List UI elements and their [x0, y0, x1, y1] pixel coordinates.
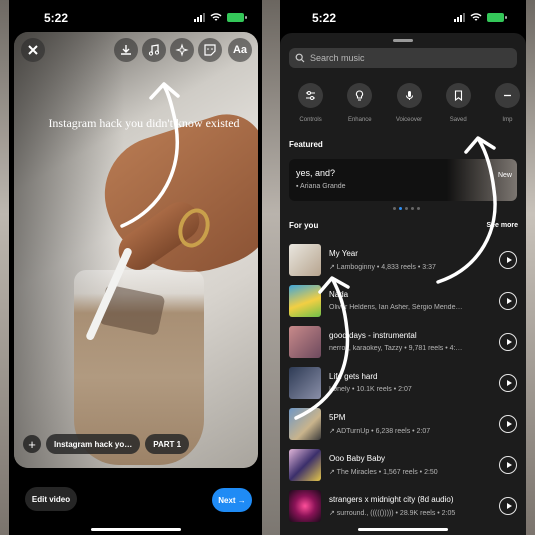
featured-song-title: yes, and?: [296, 168, 336, 178]
music-button[interactable]: [142, 38, 166, 62]
track-row[interactable]: good days - instrumental nerrox, karaoke…: [289, 326, 517, 360]
track-row[interactable]: Life gets hard Lønely • 10.1K reels • 2:…: [289, 367, 517, 401]
signal-icon: [454, 13, 465, 22]
play-icon: [506, 298, 512, 304]
play-button[interactable]: [499, 292, 517, 310]
play-button[interactable]: [499, 415, 517, 433]
play-icon: [506, 380, 512, 386]
music-picker-screen: 5:22 Search music Controls Enhance Voice…: [280, 0, 526, 535]
wifi-icon: [210, 13, 222, 21]
minus-icon: [503, 94, 511, 97]
download-icon: [121, 45, 131, 55]
track-artwork: [289, 449, 321, 481]
battery-icon: [487, 13, 507, 22]
microphone-icon: [405, 91, 413, 100]
controls-tool[interactable]: Controls: [292, 83, 329, 123]
close-button[interactable]: [21, 38, 45, 62]
close-icon: [28, 45, 38, 55]
track-row[interactable]: Nada Oliver Heldens, Ian Asher, Sérgio M…: [289, 285, 517, 319]
play-icon: [506, 339, 512, 345]
play-button[interactable]: [499, 374, 517, 392]
featured-card[interactable]: yes, and? ▪ Ariana Grande New: [289, 159, 517, 201]
play-icon: [506, 462, 512, 468]
sliders-icon: [306, 91, 316, 100]
track-artwork: [289, 326, 321, 358]
music-sheet: Search music Controls Enhance Voiceover …: [280, 33, 526, 535]
track-row[interactable]: Ooo Baby Baby ↗ The Miracles • 1,567 ree…: [289, 449, 517, 483]
for-you-heading: For you: [289, 221, 319, 230]
track-artwork: [289, 367, 321, 399]
bookmark-icon: [454, 90, 462, 102]
status-bar: 5:22: [9, 11, 262, 27]
home-indicator: [358, 528, 448, 531]
background-left: [0, 0, 9, 535]
sparkle-icon: [175, 43, 189, 57]
video-preview[interactable]: Instagram hack you didn't know existed: [14, 32, 258, 468]
battery-icon: [227, 13, 247, 22]
background-right: [526, 0, 535, 535]
lightbulb-icon: [356, 90, 364, 101]
new-badge: New: [497, 172, 512, 179]
track-row[interactable]: strangers x midnight city (8d audio) ↗ s…: [289, 490, 517, 524]
clip-chip[interactable]: PART 1: [145, 434, 190, 454]
search-placeholder: Search music: [310, 53, 365, 63]
add-clip-button[interactable]: +: [23, 435, 41, 453]
sticker-icon: [204, 44, 216, 56]
edit-video-button[interactable]: Edit video: [25, 487, 77, 511]
story-editor-screen: 5:22 Instagram hack you didn't know exis…: [9, 0, 262, 535]
track-artwork: [289, 408, 321, 440]
play-icon: [506, 257, 512, 263]
signal-icon: [194, 13, 205, 22]
status-bar: 5:22: [280, 11, 526, 27]
voiceover-tool[interactable]: Voiceover: [390, 83, 427, 123]
play-button[interactable]: [499, 333, 517, 351]
wifi-icon: [470, 13, 482, 21]
background-divider: [262, 0, 280, 535]
track-artwork: [289, 285, 321, 317]
effects-button[interactable]: [170, 38, 194, 62]
play-button[interactable]: [499, 497, 517, 515]
import-tool[interactable]: Imp: [489, 83, 526, 123]
play-button[interactable]: [499, 456, 517, 474]
carousel-dots: [393, 207, 420, 210]
featured-artwork: [447, 159, 517, 201]
home-indicator: [90, 528, 181, 531]
enhance-tool[interactable]: Enhance: [341, 83, 378, 123]
sheet-grabber[interactable]: [393, 39, 413, 42]
music-note-icon: [148, 44, 160, 56]
play-icon: [506, 503, 512, 509]
track-row[interactable]: 5PM ↗ ADTurnUp • 6,238 reels • 2:07: [289, 408, 517, 442]
play-button[interactable]: [499, 251, 517, 269]
search-music-input[interactable]: Search music: [289, 48, 517, 68]
see-more-link[interactable]: See more: [486, 222, 518, 229]
overlay-caption[interactable]: Instagram hack you didn't know existed: [34, 116, 254, 131]
clip-chip[interactable]: Instagram hack yo…: [46, 434, 141, 454]
track-artwork: [289, 490, 321, 522]
saved-tool[interactable]: Saved: [440, 83, 477, 123]
text-tool-button[interactable]: Aa: [228, 38, 252, 62]
clip-chips: + Instagram hack yo… PART 1: [23, 434, 190, 454]
search-icon: [295, 53, 305, 63]
next-button[interactable]: Next →: [212, 488, 252, 512]
track-row[interactable]: My Year ↗ Lamboginny • 4,833 reels • 3:3…: [289, 244, 517, 278]
download-button[interactable]: [114, 38, 138, 62]
track-artwork: [289, 244, 321, 276]
play-icon: [506, 421, 512, 427]
featured-artist: ▪ Ariana Grande: [296, 183, 346, 190]
status-time: 5:22: [44, 11, 69, 25]
featured-heading: Featured: [289, 140, 323, 149]
audio-tools-row: Controls Enhance Voiceover Saved Imp: [292, 83, 526, 123]
status-time: 5:22: [312, 11, 337, 25]
sticker-button[interactable]: [198, 38, 222, 62]
